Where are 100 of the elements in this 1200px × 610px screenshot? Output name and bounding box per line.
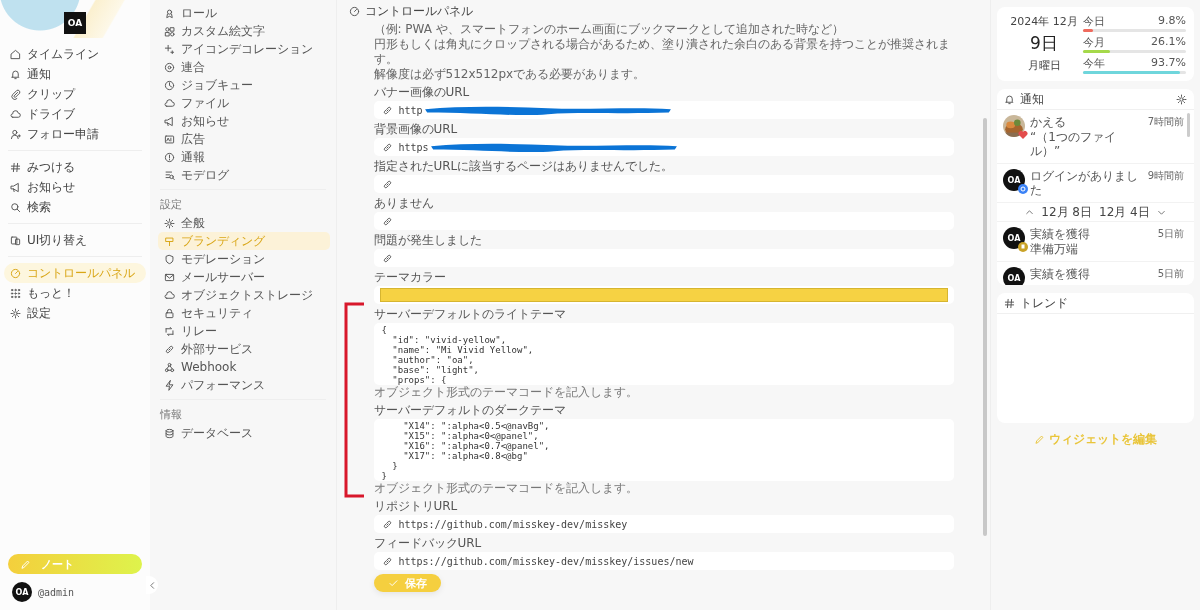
field-label: テーマカラー bbox=[373, 270, 446, 285]
nav-item[interactable]: お知らせ bbox=[4, 177, 146, 197]
menu-item[interactable]: パフォーマンス bbox=[158, 376, 330, 394]
notification-item[interactable]: OA ログインがありました 9時間前 bbox=[997, 164, 1194, 203]
help-text: 解像度は必ず512x512pxである必要があります。 bbox=[373, 67, 646, 82]
field-label: 背景画像のURL bbox=[373, 122, 458, 137]
notification-item[interactable]: かえる “（1つのファイル）” 7時間前 bbox=[997, 110, 1194, 164]
nav-item[interactable]: みつける bbox=[4, 157, 146, 177]
scrollbar[interactable] bbox=[1187, 113, 1190, 137]
notification-item[interactable]: OA 実績を獲得 準備万端 5日前 bbox=[997, 222, 1194, 262]
menu-item[interactable]: 連合 bbox=[158, 58, 330, 76]
shield-icon bbox=[164, 253, 175, 265]
menu-item[interactable]: お知らせ bbox=[158, 112, 330, 130]
megaphone-icon bbox=[10, 181, 21, 193]
code-editor[interactable]: "X14": ":alpha<0.5<@navBg", "X15": ":alpha<0<@panel", "X16": ":alpha<0.7<@panel", "X17": ":alpha<0.8<@bg" } } bbox=[373, 419, 954, 481]
notification-title: かえる bbox=[1030, 115, 1066, 129]
menu-item[interactable]: 通報 bbox=[158, 148, 330, 166]
url-field[interactable]: http bbox=[373, 101, 954, 119]
code-editor[interactable]: { "id": "vivid-yellow", "name": "Mi Vivid Yellow", "author": "oa", "base": "light", "props": { bbox=[373, 323, 954, 385]
lock-icon bbox=[164, 307, 175, 319]
calendar-weekday: 月曜日 bbox=[1027, 58, 1061, 73]
progress-reading: 9.8% bbox=[1158, 14, 1186, 29]
scrollbar[interactable] bbox=[983, 118, 987, 536]
calendar-day: 9日 bbox=[1030, 32, 1058, 55]
search-icon bbox=[10, 201, 21, 213]
nav-item[interactable]: フォロー申請 bbox=[4, 124, 146, 144]
instance-logo[interactable]: OA bbox=[64, 12, 86, 34]
menu-item[interactable]: ロール bbox=[158, 4, 330, 22]
help-text: 円形もしくは角丸にクロップされる場合があるため、塗り潰された余白のある背景を持つことが推奨されます。 bbox=[373, 37, 951, 67]
page-title: コントロールパネル bbox=[365, 2, 473, 20]
menu-item[interactable]: ファイル bbox=[158, 94, 330, 112]
nav-item[interactable]: もっと！ bbox=[4, 283, 146, 303]
date-label: 12月 4日 bbox=[1099, 203, 1150, 221]
menu-item[interactable]: メールサーバー bbox=[158, 268, 330, 286]
menu-item[interactable]: カスタム絵文字 bbox=[158, 22, 330, 40]
field-label: 指定されたURLに該当するページはありませんでした。 bbox=[373, 159, 674, 174]
date-label: 12月 8日 bbox=[1041, 203, 1092, 221]
nav-item[interactable]: ドライブ bbox=[4, 104, 146, 124]
menu-item[interactable]: オブジェクトストレージ bbox=[158, 286, 330, 304]
nav-item[interactable]: タイムライン bbox=[4, 44, 146, 64]
webhook-icon bbox=[164, 361, 175, 373]
menu-item[interactable]: 全般 bbox=[158, 214, 330, 232]
mail-icon bbox=[164, 271, 175, 283]
field-label: サーバーデフォルトのライトテーマ bbox=[373, 307, 566, 322]
bolt-icon bbox=[164, 379, 175, 391]
help-text: （例: PWA や、スマートフォンのホーム画面にブックマークとして追加された時など） bbox=[373, 22, 844, 37]
menu-item[interactable]: Webhook bbox=[158, 358, 330, 376]
link-icon bbox=[381, 141, 393, 153]
field-caption: オブジェクト形式のテーマコードを記入します。 bbox=[373, 385, 638, 400]
notification-text: “（1つのファイル）” bbox=[1030, 130, 1117, 158]
user-plus-icon bbox=[10, 128, 21, 140]
nav-item[interactable]: UI切り替え bbox=[4, 230, 146, 250]
menu-item[interactable]: ジョブキュー bbox=[158, 76, 330, 94]
menu-item[interactable]: リレー bbox=[158, 322, 330, 340]
field-label: フィードバックURL bbox=[373, 536, 482, 551]
pencil-icon bbox=[1034, 434, 1045, 445]
account-handle[interactable]: @admin bbox=[38, 586, 75, 598]
menu-item[interactable]: 外部サービス bbox=[158, 340, 330, 358]
gauge-icon bbox=[10, 267, 21, 279]
menu-item[interactable]: モデレーション bbox=[158, 250, 330, 268]
grid-icon bbox=[10, 287, 21, 299]
link-icon bbox=[381, 518, 393, 530]
menu-item[interactable]: 広告 bbox=[158, 130, 330, 148]
home-icon bbox=[10, 48, 21, 60]
cloud-icon bbox=[10, 108, 21, 120]
link-icon bbox=[381, 178, 393, 190]
field-label: 問題が発生しました bbox=[373, 233, 482, 248]
clock-icon bbox=[164, 79, 175, 91]
section-title: 情報 bbox=[159, 407, 183, 423]
notification-title: ログインがありました bbox=[1030, 169, 1139, 197]
cloud-icon bbox=[164, 289, 175, 301]
cloud-icon bbox=[164, 97, 175, 109]
notification-text: 準備万端 bbox=[1030, 242, 1078, 256]
progress-reading: 93.7% bbox=[1151, 56, 1186, 71]
nav-item[interactable]: 通知 bbox=[4, 64, 146, 84]
menu-item[interactable]: モデログ bbox=[158, 166, 330, 184]
menu-item[interactable]: セキュリティ bbox=[158, 304, 330, 322]
url-field[interactable] bbox=[373, 175, 954, 193]
link-icon bbox=[381, 555, 393, 567]
nav-item[interactable]: クリップ bbox=[4, 84, 146, 104]
menu-item[interactable]: アイコンデコレーション bbox=[158, 40, 330, 58]
color-picker[interactable] bbox=[379, 288, 948, 302]
url-field[interactable] bbox=[373, 212, 954, 230]
relay-icon bbox=[164, 325, 175, 337]
menu-item[interactable]: データベース bbox=[158, 424, 330, 442]
brush-icon bbox=[164, 235, 175, 247]
url-field[interactable]: https bbox=[373, 138, 954, 156]
nav-item[interactable]: 設定 bbox=[4, 303, 146, 323]
nav-item[interactable]: 検索 bbox=[4, 197, 146, 217]
url-field[interactable]: https://github.com/misskey-dev/misskey bbox=[373, 515, 954, 533]
swap-icon bbox=[10, 234, 21, 246]
badge-icon bbox=[164, 7, 175, 19]
avatar: OA bbox=[1003, 227, 1025, 249]
url-field[interactable]: https://github.com/misskey-dev/misskey/issues/new bbox=[373, 552, 954, 570]
widget-title: 通知 bbox=[1020, 90, 1044, 108]
chevron-left-icon bbox=[147, 580, 157, 590]
megaphone-icon bbox=[164, 115, 175, 127]
chevron-up-icon bbox=[1025, 207, 1035, 217]
alert-icon bbox=[164, 151, 175, 163]
url-field[interactable] bbox=[373, 249, 954, 267]
